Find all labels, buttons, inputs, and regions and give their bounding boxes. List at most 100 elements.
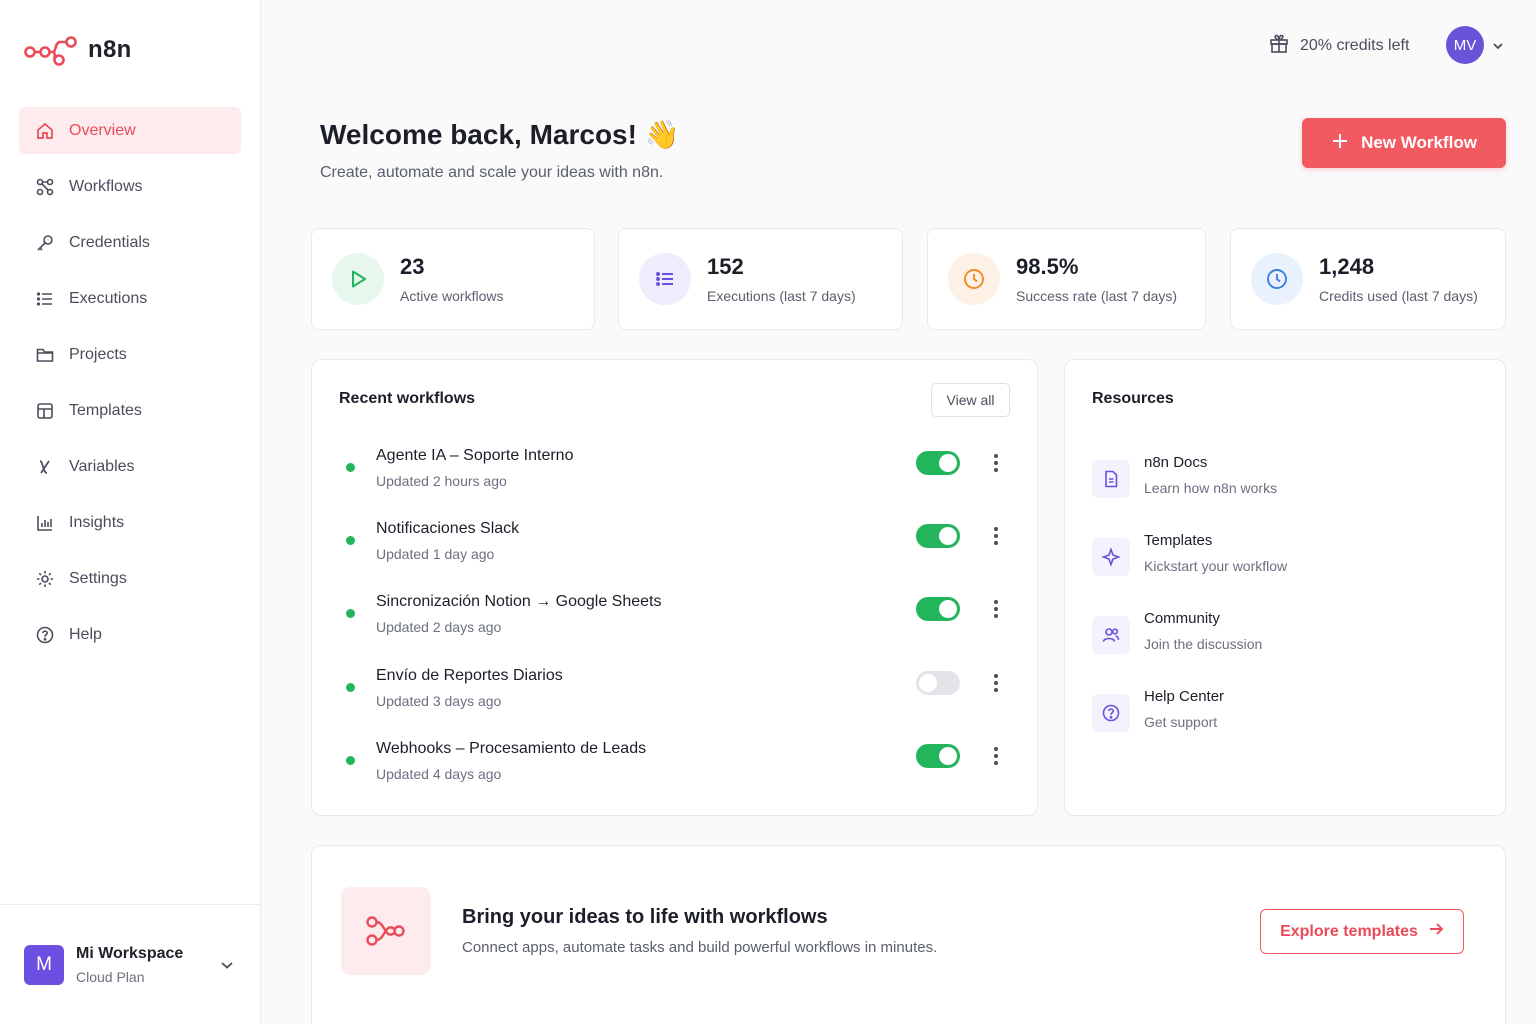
active-toggle[interactable] bbox=[916, 451, 960, 475]
banner-title: Bring your ideas to life with workflows bbox=[462, 906, 828, 928]
workflow-row[interactable]: Envío de Reportes Diarios Updated 3 days… bbox=[312, 661, 1039, 721]
workflow-updated: Updated 4 days ago bbox=[376, 766, 502, 782]
status-dot bbox=[346, 683, 355, 692]
folder-icon bbox=[35, 345, 55, 365]
status-dot bbox=[346, 609, 355, 618]
stat-card-active-workflows: 23 Active workflows bbox=[311, 228, 595, 330]
template-icon bbox=[35, 401, 55, 421]
plus-icon bbox=[1331, 132, 1349, 155]
help-icon bbox=[1092, 694, 1130, 732]
sidebar-item-label: Projects bbox=[69, 345, 127, 363]
stat-value: 1,248 bbox=[1319, 254, 1375, 279]
stat-label: Active workflows bbox=[400, 288, 504, 304]
workspace-plan: Cloud Plan bbox=[76, 968, 145, 985]
workflow-row[interactable]: Sincronización Notion → Google Sheets Up… bbox=[312, 587, 1039, 647]
resource-subtitle: Kickstart your workflow bbox=[1144, 558, 1288, 574]
n8n-logo-icon bbox=[24, 36, 77, 66]
workflow-icon bbox=[341, 887, 431, 975]
explore-templates-label: Explore templates bbox=[1280, 922, 1418, 940]
sidebar-item-label: Insights bbox=[69, 513, 125, 531]
sidebar-item-label: Help bbox=[69, 625, 102, 643]
status-dot bbox=[346, 536, 355, 545]
stat-label: Executions (last 7 days) bbox=[707, 288, 856, 304]
key-icon bbox=[35, 233, 55, 253]
credits-indicator[interactable]: 20% credits left bbox=[1268, 32, 1409, 59]
resource-item-docs[interactable]: n8n Docs Learn how n8n works bbox=[1092, 454, 1492, 510]
sidebar-item-variables[interactable]: Variables bbox=[19, 443, 241, 490]
view-all-button[interactable]: View all bbox=[931, 383, 1010, 417]
sparkle-icon bbox=[1092, 538, 1130, 576]
chevron-down-icon[interactable] bbox=[220, 957, 234, 975]
sidebar-item-label: Workflows bbox=[69, 177, 143, 195]
variable-icon bbox=[35, 457, 55, 477]
app-name: n8n bbox=[88, 36, 132, 63]
arrow-right-icon bbox=[1428, 922, 1444, 941]
stat-value: 152 bbox=[707, 254, 744, 279]
resource-item-templates[interactable]: Templates Kickstart your workflow bbox=[1092, 532, 1492, 588]
sidebar-item-insights[interactable]: Insights bbox=[19, 499, 241, 546]
gift-icon bbox=[1268, 32, 1290, 59]
more-options-icon[interactable] bbox=[990, 670, 1002, 696]
more-options-icon[interactable] bbox=[990, 450, 1002, 476]
active-toggle[interactable] bbox=[916, 744, 960, 768]
sidebar-item-label: Overview bbox=[69, 121, 136, 139]
active-toggle[interactable] bbox=[916, 671, 960, 695]
n8n-logo[interactable]: n8n bbox=[24, 34, 132, 66]
sidebar-item-templates[interactable]: Templates bbox=[19, 387, 241, 434]
explore-templates-button[interactable]: Explore templates bbox=[1260, 909, 1464, 954]
sidebar-item-settings[interactable]: Settings bbox=[19, 555, 241, 602]
new-workflow-label: New Workflow bbox=[1361, 133, 1477, 152]
list-icon bbox=[35, 289, 55, 309]
active-toggle[interactable] bbox=[916, 597, 960, 621]
workflow-row[interactable]: Notificaciones Slack Updated 1 day ago bbox=[312, 514, 1039, 574]
stat-label: Credits used (last 7 days) bbox=[1319, 288, 1478, 304]
more-options-icon[interactable] bbox=[990, 743, 1002, 769]
more-options-icon[interactable] bbox=[990, 596, 1002, 622]
list-icon bbox=[639, 253, 691, 305]
more-options-icon[interactable] bbox=[990, 523, 1002, 549]
resource-subtitle: Learn how n8n works bbox=[1144, 480, 1278, 496]
workflow-name[interactable]: Webhooks – Procesamiento de Leads bbox=[376, 740, 646, 758]
active-toggle[interactable] bbox=[916, 524, 960, 548]
page-subtitle: Create, automate and scale your ideas wi… bbox=[320, 164, 664, 181]
play-icon bbox=[332, 253, 384, 305]
workflow-name[interactable]: Agente IA – Soporte Interno bbox=[376, 447, 573, 465]
banner-subtitle: Connect apps, automate tasks and build p… bbox=[462, 939, 938, 956]
sidebar-item-overview[interactable]: Overview bbox=[19, 107, 241, 154]
resource-subtitle: Join the discussion bbox=[1144, 636, 1263, 652]
resources-panel: Resources n8n Docs Learn how n8n works T… bbox=[1064, 359, 1506, 816]
workflow-name[interactable]: Notificaciones Slack bbox=[376, 520, 519, 538]
resource-title: Community bbox=[1144, 610, 1220, 627]
workflow-name[interactable]: Sincronización Notion → Google Sheets bbox=[376, 593, 662, 611]
user-avatar[interactable]: MV bbox=[1446, 26, 1484, 64]
workspace-avatar: M bbox=[24, 944, 64, 985]
new-workflow-button[interactable]: New Workflow bbox=[1302, 118, 1506, 168]
sidebar-item-executions[interactable]: Executions bbox=[19, 275, 241, 322]
stat-label: Success rate (last 7 days) bbox=[1016, 288, 1178, 304]
workflow-updated: Updated 1 day ago bbox=[376, 546, 495, 562]
page-title: Welcome back, Marcos! 👋 bbox=[320, 119, 680, 150]
workflow-updated: Updated 2 hours ago bbox=[376, 473, 507, 489]
help-icon bbox=[35, 625, 55, 645]
sidebar-nav: Overview Workflows Credentials Execution… bbox=[19, 107, 241, 667]
sidebar-item-workflows[interactable]: Workflows bbox=[19, 163, 241, 210]
stat-value: 23 bbox=[400, 254, 425, 279]
sidebar-item-help[interactable]: Help bbox=[19, 611, 241, 658]
resource-subtitle: Get support bbox=[1144, 714, 1218, 730]
clock-icon bbox=[948, 253, 1000, 305]
sidebar-item-credentials[interactable]: Credentials bbox=[19, 219, 241, 266]
workspace-switcher[interactable]: M Mi Workspace Cloud Plan bbox=[0, 904, 260, 1024]
sidebar-item-projects[interactable]: Projects bbox=[19, 331, 241, 378]
users-icon bbox=[1092, 616, 1130, 654]
resource-item-help-center[interactable]: Help Center Get support bbox=[1092, 688, 1492, 744]
workflow-row[interactable]: Webhooks – Procesamiento de Leads Update… bbox=[312, 734, 1039, 794]
stat-card-success-rate: 98.5% Success rate (last 7 days) bbox=[927, 228, 1206, 330]
workflow-name[interactable]: Envío de Reportes Diarios bbox=[376, 667, 563, 685]
sidebar-item-label: Variables bbox=[69, 457, 135, 475]
gear-icon bbox=[35, 569, 55, 589]
cta-banner: Bring your ideas to life with workflows … bbox=[311, 845, 1506, 1024]
resource-item-community[interactable]: Community Join the discussion bbox=[1092, 610, 1492, 666]
chevron-down-icon[interactable] bbox=[1492, 38, 1504, 56]
workflow-row[interactable]: Agente IA – Soporte Interno Updated 2 ho… bbox=[312, 441, 1039, 501]
sidebar: n8n Overview Workflows Credentials Execu… bbox=[0, 0, 261, 1024]
